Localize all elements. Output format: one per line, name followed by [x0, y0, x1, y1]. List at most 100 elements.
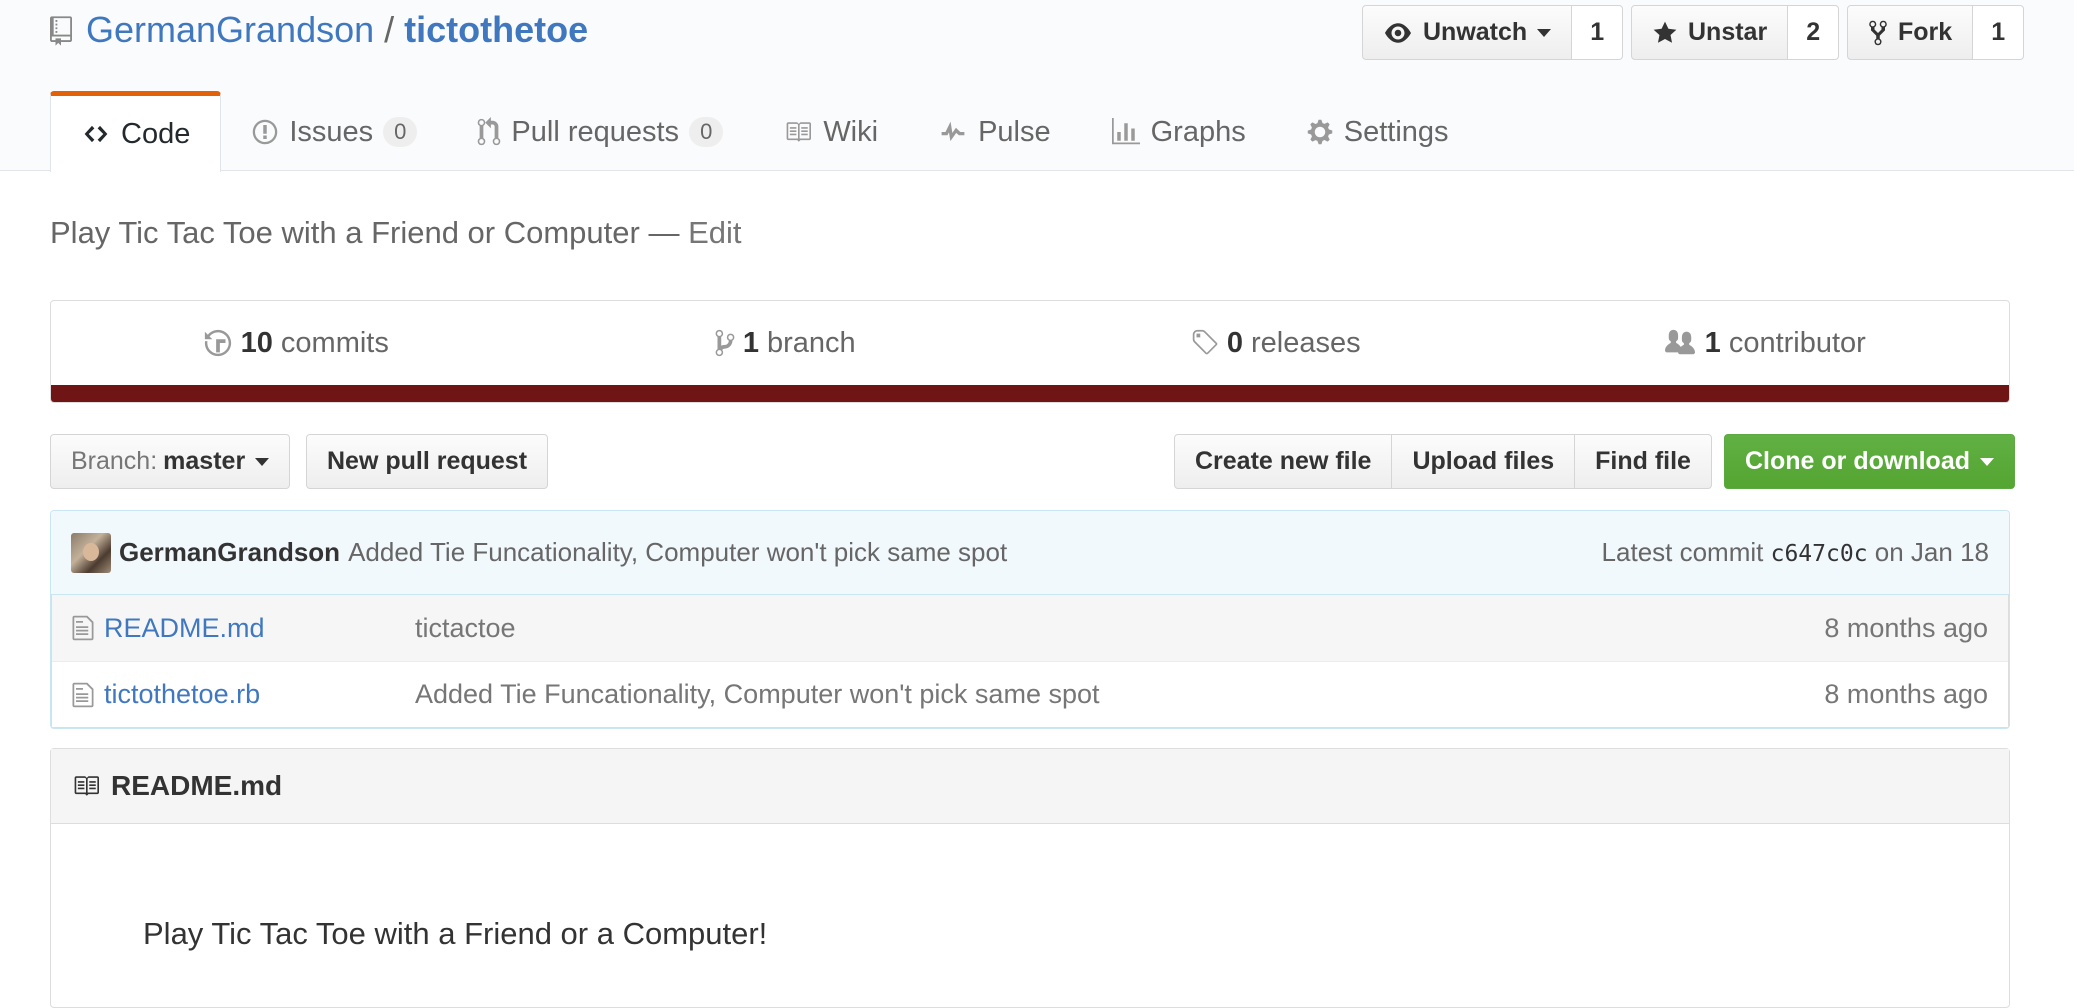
repo-icon	[50, 14, 72, 46]
repo-title: GermanGrandson / tictothetoe	[50, 6, 588, 54]
commit-date: on Jan 18	[1874, 537, 1989, 567]
branch-name: master	[163, 447, 246, 475]
code-icon	[84, 125, 108, 143]
file-browser: GermanGrandson Added Tie Funcationality,…	[50, 510, 2010, 729]
fork-button[interactable]: Fork	[1847, 5, 1974, 60]
branches-link[interactable]: 1 branch	[541, 327, 1031, 360]
contributors-label: contributor	[1728, 326, 1866, 359]
branches-label: branch	[766, 326, 856, 359]
star-count[interactable]: 2	[1788, 5, 1840, 60]
file-commit-message[interactable]: tictactoe	[415, 613, 1824, 644]
readme-body: Play Tic Tac Toe with a Friend or a Comp…	[143, 916, 768, 951]
file-commit-message[interactable]: Added Tie Funcationality, Computer won't…	[415, 679, 1824, 710]
latest-commit-bar: GermanGrandson Added Tie Funcationality,…	[51, 511, 2009, 595]
avatar[interactable]	[71, 532, 111, 573]
commits-link[interactable]: 10 commits	[51, 327, 541, 360]
branch-select-button[interactable]: Branch: master	[50, 434, 291, 489]
file-age: 8 months ago	[1824, 612, 1988, 643]
repo-separator: /	[384, 9, 395, 50]
tab-pull-requests-label: Pull requests	[511, 115, 680, 148]
table-row: README.md tictactoe 8 months ago	[52, 595, 2008, 661]
file-age: 8 months ago	[1824, 679, 1988, 709]
repo-description-text: Play Tic Tac Toe with a Friend or Comput…	[50, 215, 640, 250]
pull-requests-count-badge: 0	[689, 117, 724, 147]
book-icon	[786, 122, 812, 142]
releases-count: 0	[1226, 326, 1243, 359]
readme-title: README.md	[111, 770, 283, 801]
commit-meta: Latest commit c647c0c on Jan 18	[1602, 537, 1989, 568]
issues-count-badge: 0	[383, 117, 418, 147]
table-row: tictothetoe.rb Added Tie Funcationality,…	[52, 661, 2008, 727]
graph-icon	[1111, 118, 1140, 145]
repo-nav-tabs: Code Issues 0 Pull requests 0 Wiki Pulse…	[50, 91, 1479, 172]
upload-files-button[interactable]: Upload files	[1391, 434, 1576, 489]
tab-settings[interactable]: Settings	[1276, 92, 1479, 172]
edit-description-link[interactable]: Edit	[688, 215, 741, 250]
tab-settings-label: Settings	[1343, 115, 1449, 148]
branch-prefix: Branch:	[71, 447, 158, 475]
tab-code-label: Code	[121, 117, 191, 150]
fork-label: Fork	[1898, 18, 1953, 46]
history-icon	[204, 329, 231, 357]
contributors-link[interactable]: 1 contributor	[1520, 327, 2010, 360]
repo-name-link[interactable]: tictothetoe	[404, 9, 588, 51]
star-group: Unstar 2	[1631, 5, 1840, 60]
releases-label: releases	[1251, 326, 1361, 359]
star-icon	[1653, 21, 1677, 43]
readme-box: README.md Play Tic Tac Toe with a Friend…	[50, 748, 2010, 1008]
watch-count[interactable]: 1	[1572, 5, 1624, 60]
gear-icon	[1307, 119, 1332, 145]
unwatch-label: Unwatch	[1423, 18, 1528, 46]
chevron-down-icon	[255, 457, 270, 466]
fork-group: Fork 1	[1847, 5, 2025, 60]
contributors-count: 1	[1704, 326, 1721, 359]
new-pull-request-button[interactable]: New pull request	[306, 434, 549, 489]
create-new-file-button[interactable]: Create new file	[1174, 434, 1393, 489]
readme-header: README.md	[51, 749, 2009, 824]
commit-message-link[interactable]: Added Tie Funcationality, Computer won't…	[348, 537, 1007, 568]
language-bar[interactable]	[51, 385, 2009, 402]
tab-pulse[interactable]: Pulse	[908, 92, 1081, 172]
find-file-button[interactable]: Find file	[1574, 434, 1712, 489]
file-icon	[72, 682, 94, 707]
commits-count: 10	[240, 326, 273, 359]
branch-icon	[715, 329, 735, 357]
unstar-label: Unstar	[1688, 18, 1768, 46]
file-icon	[72, 615, 94, 641]
tag-icon	[1192, 329, 1218, 355]
book-icon	[74, 776, 99, 796]
clone-or-download-button[interactable]: Clone or download	[1724, 434, 2015, 489]
fork-icon	[1869, 20, 1887, 45]
commit-sha-link[interactable]: c647c0c	[1771, 541, 1868, 567]
tab-pulse-label: Pulse	[978, 115, 1051, 148]
eye-icon	[1385, 22, 1411, 43]
issue-icon	[253, 119, 278, 145]
file-link[interactable]: README.md	[104, 613, 265, 644]
unstar-button[interactable]: Unstar	[1631, 5, 1789, 60]
file-link[interactable]: tictothetoe.rb	[104, 679, 260, 710]
tab-graphs[interactable]: Graphs	[1081, 92, 1276, 172]
tab-wiki-label: Wiki	[823, 115, 879, 148]
watch-group: Unwatch 1	[1362, 5, 1624, 60]
tab-issues[interactable]: Issues 0	[221, 92, 447, 172]
tab-graphs-label: Graphs	[1150, 115, 1246, 148]
repo-summary: 10 commits 1 branch 0 releases 1 contrib…	[50, 300, 2010, 403]
tab-wiki[interactable]: Wiki	[753, 92, 908, 172]
tab-code[interactable]: Code	[50, 91, 222, 172]
repo-description: Play Tic Tac Toe with a Friend or Comput…	[50, 215, 742, 251]
description-dash: —	[639, 215, 689, 250]
people-icon	[1664, 329, 1695, 355]
clone-label: Clone or download	[1745, 447, 1970, 475]
releases-link[interactable]: 0 releases	[1030, 327, 1520, 360]
tab-pull-requests[interactable]: Pull requests 0	[447, 92, 753, 172]
commits-label: commits	[280, 326, 389, 359]
commit-author-link[interactable]: GermanGrandson	[119, 537, 340, 568]
branches-count: 1	[742, 326, 759, 359]
file-actions-group: Create new file Upload files Find file	[1174, 434, 1712, 489]
latest-commit-label: Latest commit	[1601, 537, 1764, 567]
unwatch-button[interactable]: Unwatch	[1362, 5, 1573, 60]
pull-request-icon	[478, 117, 501, 146]
fork-count[interactable]: 1	[1973, 5, 2025, 60]
pulse-icon	[941, 121, 965, 142]
repo-owner-link[interactable]: GermanGrandson	[86, 9, 374, 51]
